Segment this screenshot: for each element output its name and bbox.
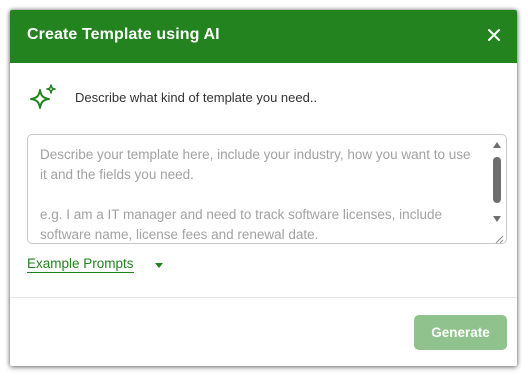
dialog-header: Create Template using AI <box>10 10 517 63</box>
example-prompts-link[interactable]: Example Prompts <box>27 256 134 273</box>
generate-button[interactable]: Generate <box>414 315 507 350</box>
create-template-dialog: Create Template using AI Describe what k… <box>10 10 517 366</box>
scroll-thumb[interactable] <box>493 157 501 203</box>
caret-down-icon[interactable] <box>155 263 163 268</box>
scroll-down-icon[interactable] <box>493 216 501 222</box>
sparkle-icon <box>27 82 59 114</box>
description-field <box>27 134 507 244</box>
dialog-title: Create Template using AI <box>27 26 220 43</box>
scroll-up-icon[interactable] <box>493 142 501 148</box>
textarea-scrollbar[interactable] <box>490 139 504 239</box>
footer-divider <box>10 297 517 298</box>
prompt-label: Describe what kind of template you need.… <box>75 90 318 105</box>
resize-grip-icon[interactable] <box>494 231 504 244</box>
close-icon[interactable] <box>486 27 502 43</box>
description-input[interactable] <box>28 135 488 243</box>
